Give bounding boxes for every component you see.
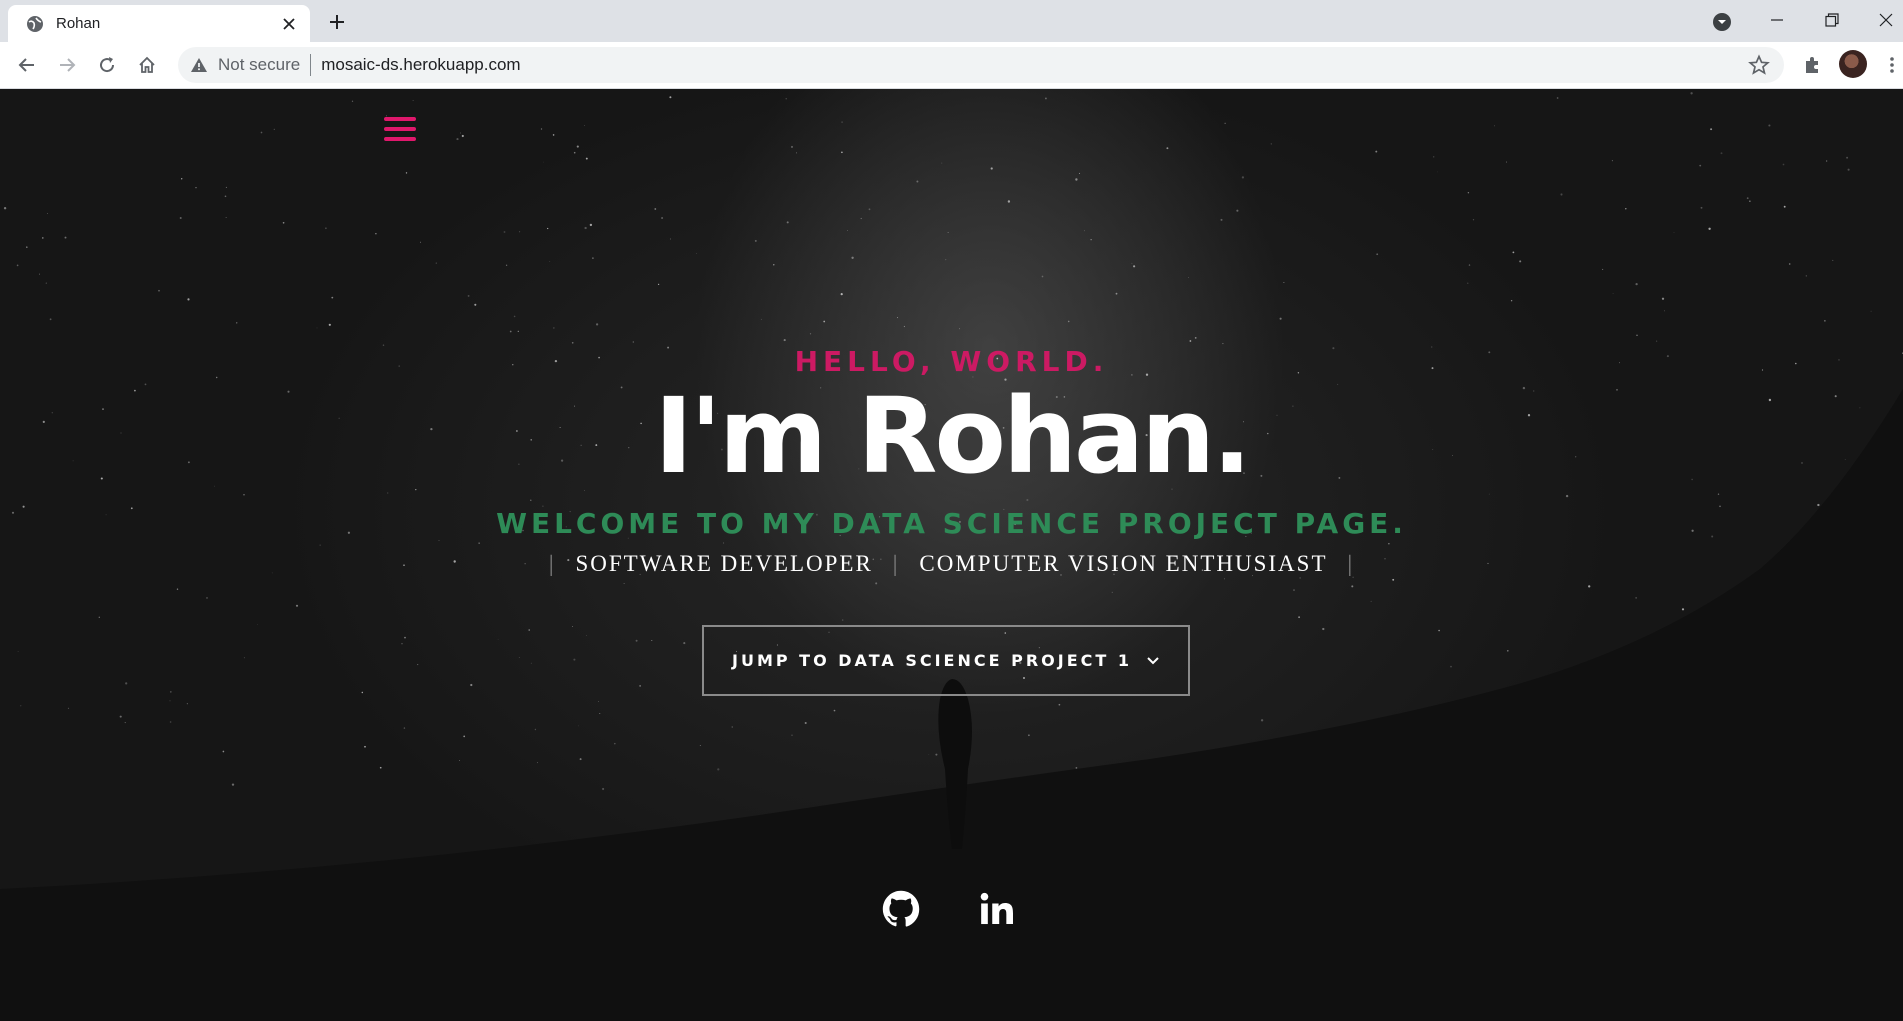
linkedin-icon	[978, 890, 1016, 933]
close-icon[interactable]	[280, 15, 298, 33]
hamburger-menu-icon[interactable]	[384, 117, 416, 145]
github-icon	[882, 890, 920, 933]
jump-to-project-button[interactable]: JUMP TO DATA SCIENCE PROJECT 1	[702, 625, 1190, 696]
security-label[interactable]: Not secure	[218, 55, 300, 75]
cta-label: JUMP TO DATA SCIENCE PROJECT 1	[732, 651, 1132, 670]
close-window-button[interactable]	[1874, 8, 1898, 32]
hero-name-heading: I'm Rohan.	[654, 375, 1251, 497]
greeting-text: HELLO, WORLD.	[794, 345, 1109, 378]
role-item: SOFTWARE DEVELOPER	[575, 551, 873, 576]
browser-toolbar: Not secure mosaic-ds.herokuapp.com	[0, 42, 1903, 89]
github-link[interactable]	[879, 889, 923, 933]
forward-button[interactable]	[55, 53, 79, 77]
back-button[interactable]	[15, 53, 39, 77]
hero-tagline: WELCOME TO MY DATA SCIENCE PROJECT PAGE.	[496, 507, 1407, 540]
home-button[interactable]	[135, 53, 159, 77]
omnibox-divider	[310, 54, 312, 76]
role-item: COMPUTER VISION ENTHUSIAST	[919, 551, 1328, 576]
address-bar[interactable]: Not secure mosaic-ds.herokuapp.com	[178, 47, 1784, 83]
url-text[interactable]: mosaic-ds.herokuapp.com	[321, 55, 1748, 75]
tab-title: Rohan	[56, 15, 101, 32]
restore-button[interactable]	[1820, 8, 1844, 32]
browser-tab[interactable]: Rohan	[8, 5, 310, 42]
extensions-puzzle-icon[interactable]	[1800, 53, 1824, 77]
profile-avatar[interactable]	[1839, 50, 1867, 78]
new-tab-button[interactable]	[326, 11, 348, 33]
globe-icon	[26, 15, 44, 33]
chevron-down-icon	[1146, 656, 1160, 666]
role-separator: |	[548, 551, 556, 576]
browser-tab-strip: Rohan	[0, 0, 1903, 42]
tab-search-icon[interactable]	[1711, 11, 1733, 33]
minimize-button[interactable]	[1765, 8, 1789, 32]
warning-icon[interactable]	[190, 56, 208, 74]
kebab-menu-icon[interactable]	[1880, 53, 1903, 77]
reload-button[interactable]	[95, 53, 119, 77]
role-separator: |	[892, 551, 900, 576]
bookmark-star-icon[interactable]	[1748, 54, 1770, 76]
hero-section: HELLO, WORLD. I'm Rohan. WELCOME TO MY D…	[0, 89, 1903, 1021]
role-separator: |	[1347, 551, 1355, 576]
roles-line: | SOFTWARE DEVELOPER | COMPUTER VISION E…	[0, 551, 1903, 577]
linkedin-link[interactable]	[975, 889, 1019, 933]
